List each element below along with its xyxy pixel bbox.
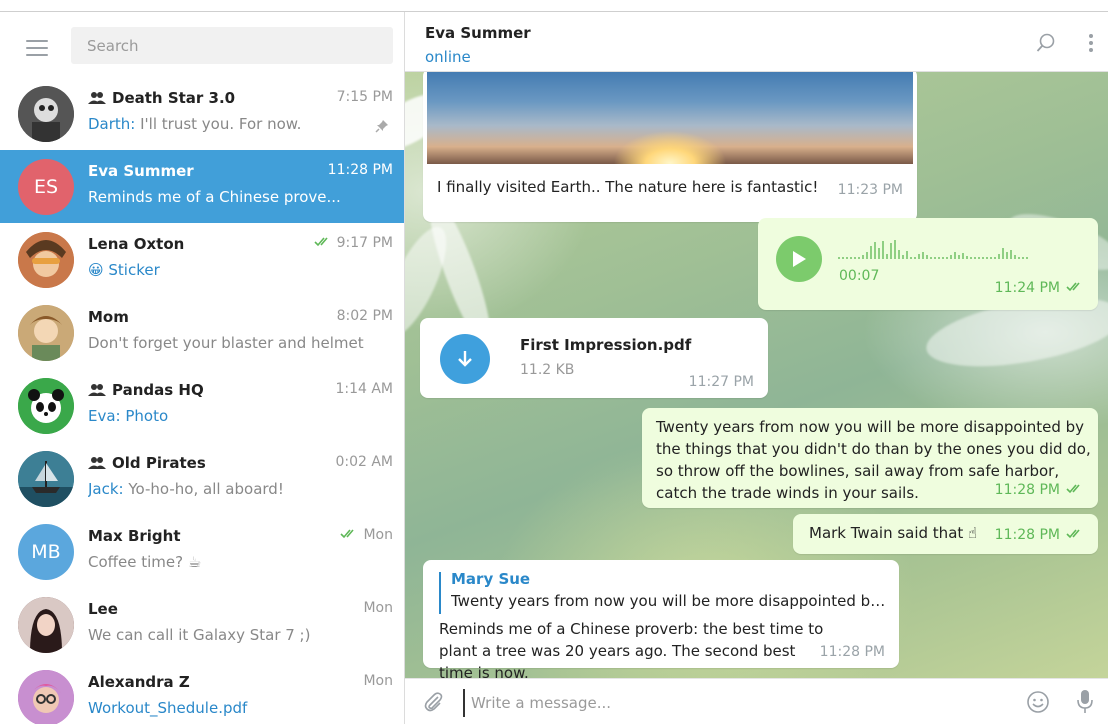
chat-time: Mon: [363, 673, 393, 689]
chat-list-sidebar: Death Star 3.0 7:15 PM Darth: I'll trust…: [0, 12, 405, 724]
avatar: [18, 378, 74, 434]
sidebar-header: [0, 12, 404, 77]
reply-message[interactable]: Mary Sue Twenty years from now you will …: [423, 560, 899, 678]
message-time: 11:28 PM: [995, 482, 1084, 498]
chat-name: Lee: [88, 600, 118, 618]
chat-name: Eva Summer: [88, 162, 194, 180]
chat-item-max-bright[interactable]: MB Max Bright Mon Coffee time? ☕: [0, 515, 404, 588]
message-time: 11:28 PM: [819, 644, 885, 660]
avatar: MB: [18, 524, 74, 580]
message-composer: [405, 678, 1108, 724]
photo-message[interactable]: I finally visited Earth.. The nature her…: [423, 72, 917, 222]
chat-item-mom[interactable]: Mom 8:02 PM Don't forget your blaster an…: [0, 296, 404, 369]
chat-item-lena-oxton[interactable]: Lena Oxton 9:17 PM 😀 Sticker: [0, 223, 404, 296]
reply-author[interactable]: Mary Sue: [451, 570, 530, 588]
chat-preview: 😀 Sticker: [88, 261, 160, 279]
avatar: [18, 305, 74, 361]
chat-name: Old Pirates: [88, 454, 206, 472]
pin-icon: [375, 118, 389, 137]
chat-item-alexandra-z[interactable]: Alexandra Z Mon Workout_Shedule.pdf: [0, 661, 404, 724]
text-message[interactable]: Mark Twain said that ☝ 11:28 PM: [793, 514, 1098, 554]
chat-preview: Coffee time? ☕: [88, 553, 202, 571]
contact-name[interactable]: Eva Summer: [425, 24, 531, 42]
play-icon[interactable]: [776, 236, 822, 282]
chat-time: 0:02 AM: [335, 454, 393, 470]
chat-name: Mom: [88, 308, 129, 326]
contact-status: online: [425, 48, 471, 66]
reply-snippet[interactable]: Twenty years from now you will be more d…: [451, 592, 891, 610]
message-photo[interactable]: [427, 72, 913, 164]
chat-item-pandas-hq[interactable]: Pandas HQ 1:14 AM Eva: Photo: [0, 369, 404, 442]
message-time: 11:28 PM: [995, 527, 1084, 543]
chat-name: Lena Oxton: [88, 235, 185, 253]
menu-icon[interactable]: [26, 40, 48, 56]
chat-name: Alexandra Z: [88, 673, 190, 691]
chat-name: Max Bright: [88, 527, 181, 545]
chat-preview: Darth: I'll trust you. For now.: [88, 115, 302, 133]
chat-item-old-pirates[interactable]: Old Pirates 0:02 AM Jack: Yo-ho-ho, all …: [0, 442, 404, 515]
group-icon: [88, 384, 106, 396]
group-icon: [88, 92, 106, 104]
chat-time: 11:28 PM: [327, 162, 393, 178]
avatar: [18, 597, 74, 653]
message-time: 11:24 PM: [995, 280, 1084, 296]
message-text: Reminds me of a Chinese proverb: the bes…: [439, 620, 824, 678]
voice-duration: 00:07: [839, 268, 880, 284]
more-icon[interactable]: [1088, 33, 1094, 57]
chat-name: Death Star 3.0: [88, 89, 235, 107]
chat-item-eva-summer[interactable]: ES Eva Summer 11:28 PM Reminds me of a C…: [0, 150, 404, 223]
conversation-pane: Eva Summer online I finally visited Eart…: [405, 12, 1108, 724]
chat-time: 8:02 PM: [336, 308, 393, 324]
emoji-icon[interactable]: [1026, 690, 1050, 718]
photo-caption: I finally visited Earth.. The nature her…: [437, 178, 819, 196]
text-message[interactable]: Twenty years from now you will be more d…: [642, 408, 1098, 508]
file-name[interactable]: First Impression.pdf: [520, 336, 691, 354]
chat-preview: Eva: Photo: [88, 407, 169, 425]
double-check-icon: [314, 235, 332, 251]
avatar: [18, 86, 74, 142]
double-check-icon: [340, 527, 358, 543]
message-time: 11:23 PM: [837, 182, 903, 198]
chat-time: Mon: [363, 600, 393, 616]
search-icon[interactable]: [1036, 33, 1056, 57]
conversation-header: Eva Summer online: [405, 12, 1108, 72]
file-size: 11.2 KB: [520, 362, 575, 378]
avatar: [18, 451, 74, 507]
chat-preview: We can call it Galaxy Star 7 ;): [88, 626, 311, 644]
voice-message[interactable]: 00:07 11:24 PM: [758, 218, 1098, 310]
avatar: [18, 670, 74, 724]
chat-preview: Jack: Yo-ho-ho, all aboard!: [88, 480, 284, 498]
reply-bar: [439, 572, 441, 614]
group-icon: [88, 457, 106, 469]
chat-time: 9:17 PM: [308, 235, 393, 251]
message-time: 11:27 PM: [688, 374, 754, 390]
search-input[interactable]: [71, 27, 393, 64]
message-text: Mark Twain said that ☝: [809, 524, 978, 542]
download-icon[interactable]: [440, 334, 490, 384]
message-area[interactable]: I finally visited Earth.. The nature her…: [405, 72, 1108, 678]
chat-time: Mon: [334, 527, 393, 543]
chat-item-death-star[interactable]: Death Star 3.0 7:15 PM Darth: I'll trust…: [0, 77, 404, 150]
chat-preview: Don't forget your blaster and helmet: [88, 334, 364, 352]
chat-time: 7:15 PM: [336, 89, 393, 105]
double-check-icon: [1066, 482, 1084, 498]
attach-icon[interactable]: [423, 691, 445, 717]
chat-time: 1:14 AM: [335, 381, 393, 397]
file-message[interactable]: First Impression.pdf 11.2 KB 11:27 PM: [420, 318, 768, 398]
double-check-icon: [1066, 280, 1084, 296]
avatar: [18, 232, 74, 288]
avatar: ES: [18, 159, 74, 215]
window-top-edge: [0, 0, 1108, 12]
chat-preview: Workout_Shedule.pdf: [88, 699, 248, 717]
chat-preview: Reminds me of a Chinese prove...: [88, 188, 341, 206]
chat-item-lee[interactable]: Lee Mon We can call it Galaxy Star 7 ;): [0, 588, 404, 661]
double-check-icon: [1066, 527, 1084, 543]
waveform[interactable]: [838, 238, 1068, 260]
mic-icon[interactable]: [1076, 689, 1094, 719]
message-input[interactable]: [463, 689, 1003, 717]
chat-name: Pandas HQ: [88, 381, 204, 399]
